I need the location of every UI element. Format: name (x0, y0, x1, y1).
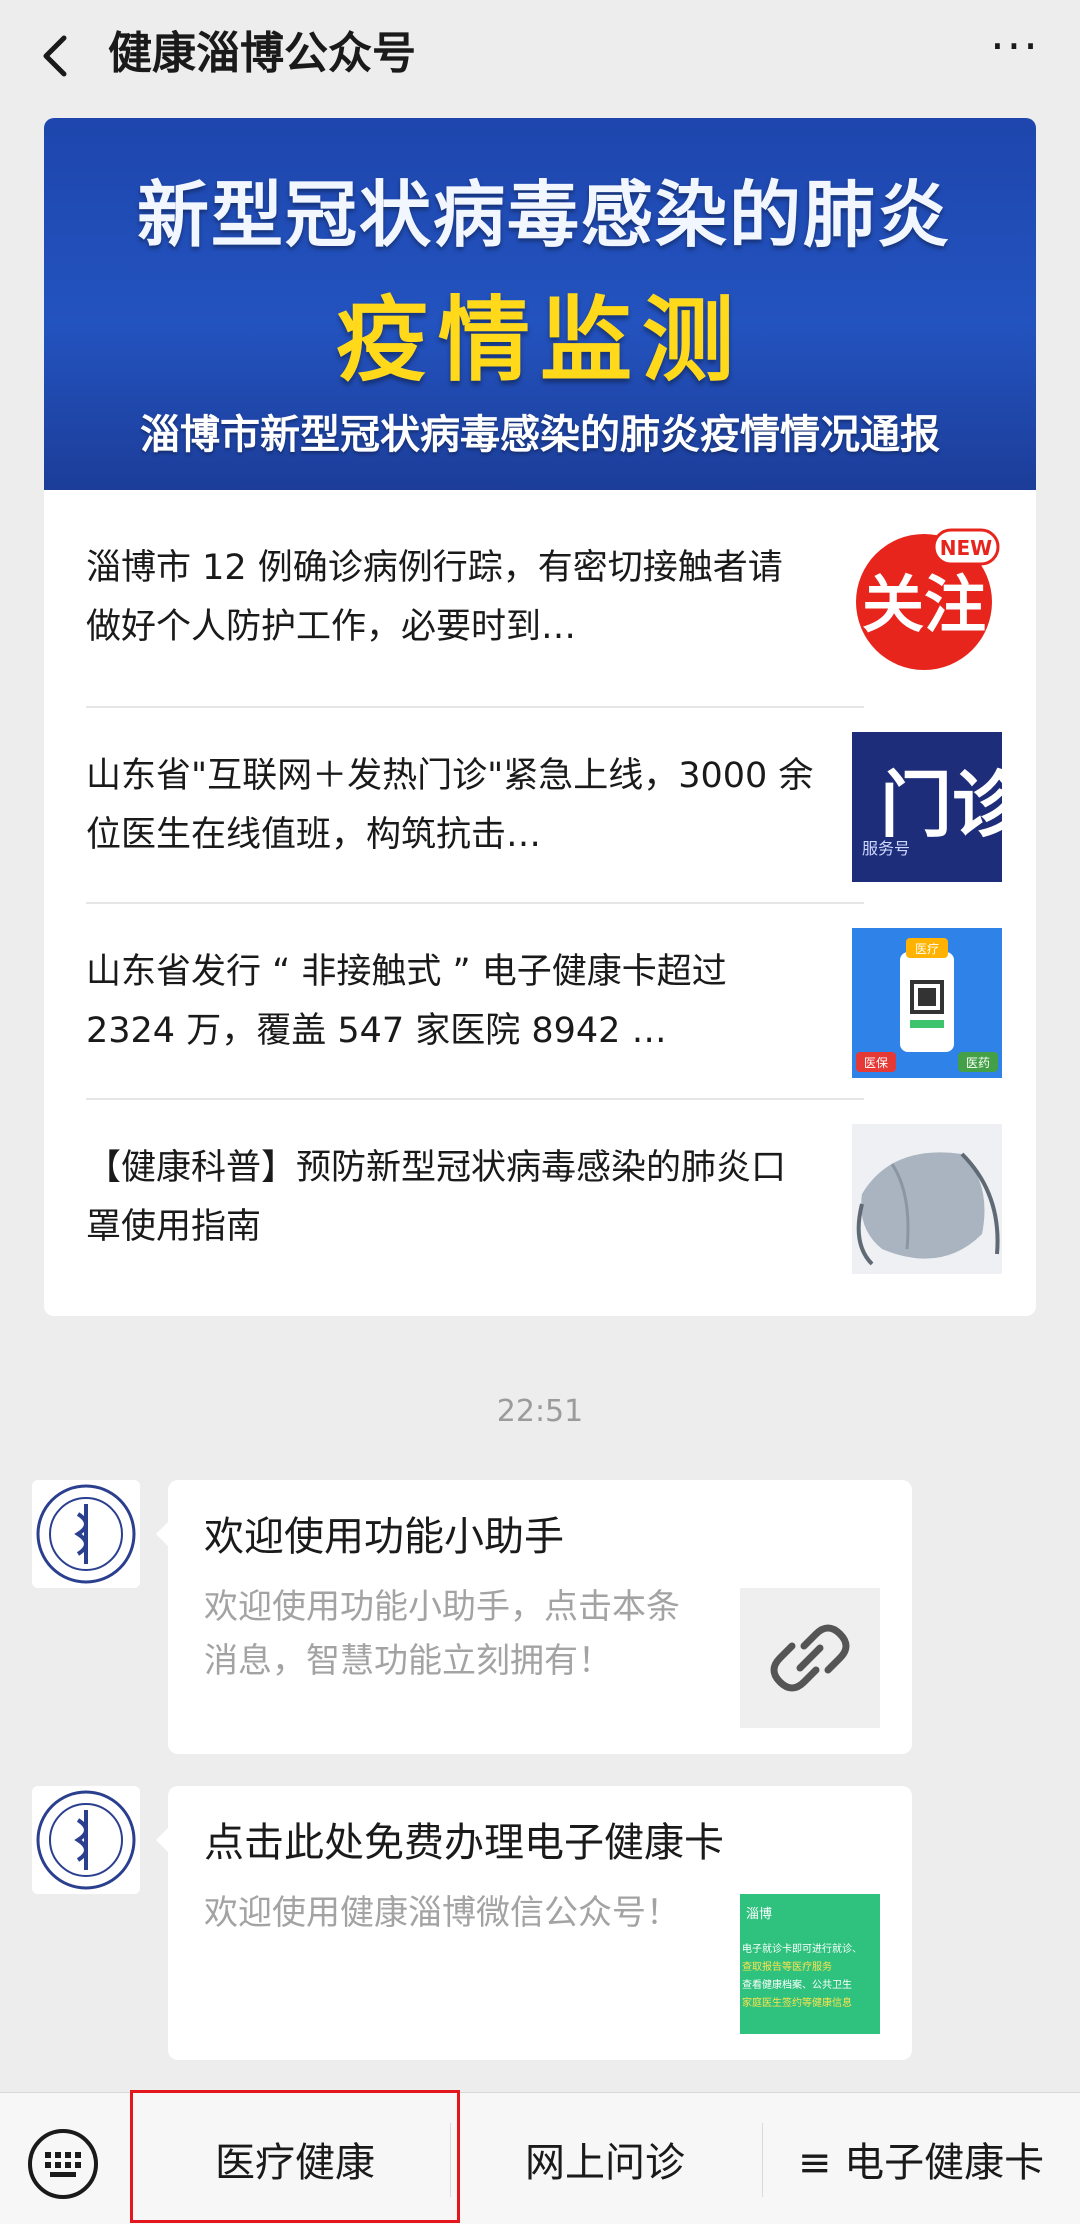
article-card: 新型冠状病毒感染的肺炎 疫情监测 淄博市新型冠状病毒感染的肺炎疫情情况通报 淄博… (44, 118, 1036, 1316)
link-thumbnail (740, 1588, 880, 1728)
top-bar: 健康淄博公众号 ··· (0, 0, 1080, 112)
face-mask-icon (852, 1124, 1002, 1274)
chevron-left-icon (43, 35, 67, 77)
message-card-health-card[interactable]: 点击此处免费办理电子健康卡 欢迎使用健康淄博微信公众号！ 淄博 电子就诊卡即可进… (156, 1786, 912, 2060)
link-icon (770, 1624, 850, 1692)
article-item-4[interactable]: 【健康科普】预防新型冠状病毒感染的肺炎口罩使用指南 (86, 1100, 1002, 1296)
svg-text:查取报告等医疗服务: 查取报告等医疗服务 (742, 1960, 832, 1973)
promo-image: 淄博 电子就诊卡即可进行就诊、 查取报告等医疗服务 查看健康档案、公共卫生 家庭… (740, 1894, 880, 2034)
article-title: 【健康科普】预防新型冠状病毒感染的肺炎口罩使用指南 (86, 1148, 787, 1247)
article-item-1[interactable]: 淄博市 12 例确诊病例行踪，有密切接触者请做好个人防护工作，必要时到… 关注 … (86, 500, 1002, 696)
menu-e-health-card[interactable]: ≡ 电子健康卡 (762, 2093, 1080, 2224)
article-title: 淄博市 12 例确诊病例行踪，有密切接触者请做好个人防护工作，必要时到… (86, 548, 783, 647)
health-emblem-icon (36, 1484, 136, 1584)
back-button[interactable] (28, 26, 88, 86)
keyboard-toggle-button[interactable] (26, 2127, 100, 2201)
health-card-promo-thumbnail: 淄博 电子就诊卡即可进行就诊、 查取报告等医疗服务 查看健康档案、公共卫生 家庭… (740, 1894, 880, 2034)
banner-subtitle: 淄博市新型冠状病毒感染的肺炎疫情情况通报 (140, 412, 940, 458)
svg-text:家庭医生签约等健康信息: 家庭医生签约等健康信息 (742, 1996, 852, 2009)
highlight-box (130, 2090, 460, 2223)
svg-text:医疗: 医疗 (915, 942, 939, 956)
menu-online-consultation[interactable]: 网上问诊 (450, 2093, 760, 2224)
health-card-icon: 医疗 医保 医药 (852, 928, 1002, 1078)
mask-thumbnail (852, 1124, 1002, 1274)
message-timestamp: 22:51 (496, 1394, 584, 1429)
keyboard-icon (28, 2129, 98, 2199)
avatar[interactable] (32, 1786, 140, 1894)
thumb-sub: 服务号 (862, 839, 910, 858)
avatar[interactable] (32, 1480, 140, 1588)
health-card-thumbnail: 医疗 医保 医药 (852, 928, 1002, 1078)
article-item-3[interactable]: 山东省发行 “ 非接触式 ” 电子健康卡超过 2324 万，覆盖 547 家医院… (86, 904, 1002, 1100)
banner-main-text: 疫情监测 (335, 287, 744, 394)
headline-banner[interactable]: 新型冠状病毒感染的肺炎 疫情监测 淄博市新型冠状病毒感染的肺炎疫情情况通报 (44, 118, 1036, 490)
bubble-tail (156, 1522, 168, 1546)
follow-badge-icon: 关注 NEW (856, 528, 1000, 670)
article-title: 山东省发行 “ 非接触式 ” 电子健康卡超过 2324 万，覆盖 547 家医院… (86, 952, 727, 1051)
message-card-assistant[interactable]: 欢迎使用功能小助手 欢迎使用功能小助手，点击本条消息，智慧功能立刻拥有！ (156, 1480, 912, 1754)
thumb-badge: NEW (940, 536, 992, 560)
banner-title: 新型冠状病毒感染的肺炎 (136, 173, 951, 257)
page-title: 健康淄博公众号 (108, 28, 416, 79)
svg-text:查看健康档案、公共卫生: 查看健康档案、公共卫生 (742, 1978, 852, 1991)
thumb-text: 关注 (862, 568, 986, 641)
svg-text:医药: 医药 (966, 1056, 990, 1070)
svg-text:淄博: 淄博 (746, 1907, 772, 1922)
follow-new-thumbnail: 关注 NEW (852, 524, 1002, 674)
message-title: 点击此处免费办理电子健康卡 (204, 1820, 724, 1866)
clinic-thumbnail: 门诊 服务号 (852, 732, 1002, 882)
article-title: 山东省"互联网＋发热门诊"紧急上线，3000 余位医生在线值班，构筑抗击… (86, 756, 814, 855)
svg-text:医保: 医保 (864, 1056, 888, 1070)
thumb-text: 门诊 (880, 763, 1002, 847)
bubble-tail (156, 1828, 168, 1852)
svg-text:电子就诊卡即可进行就诊、: 电子就诊卡即可进行就诊、 (742, 1942, 862, 1955)
more-options-button[interactable]: ··· (980, 23, 1050, 86)
clinic-service-icon: 门诊 服务号 (852, 732, 1002, 882)
message-description: 欢迎使用健康淄博微信公众号！ (204, 1893, 680, 1933)
health-emblem-icon (36, 1790, 136, 1890)
message-description: 欢迎使用功能小助手，点击本条消息，智慧功能立刻拥有！ (204, 1587, 680, 1681)
message-title: 欢迎使用功能小助手 (204, 1514, 564, 1560)
article-item-2[interactable]: 山东省"互联网＋发热门诊"紧急上线，3000 余位医生在线值班，构筑抗击… 门诊… (86, 708, 1002, 904)
